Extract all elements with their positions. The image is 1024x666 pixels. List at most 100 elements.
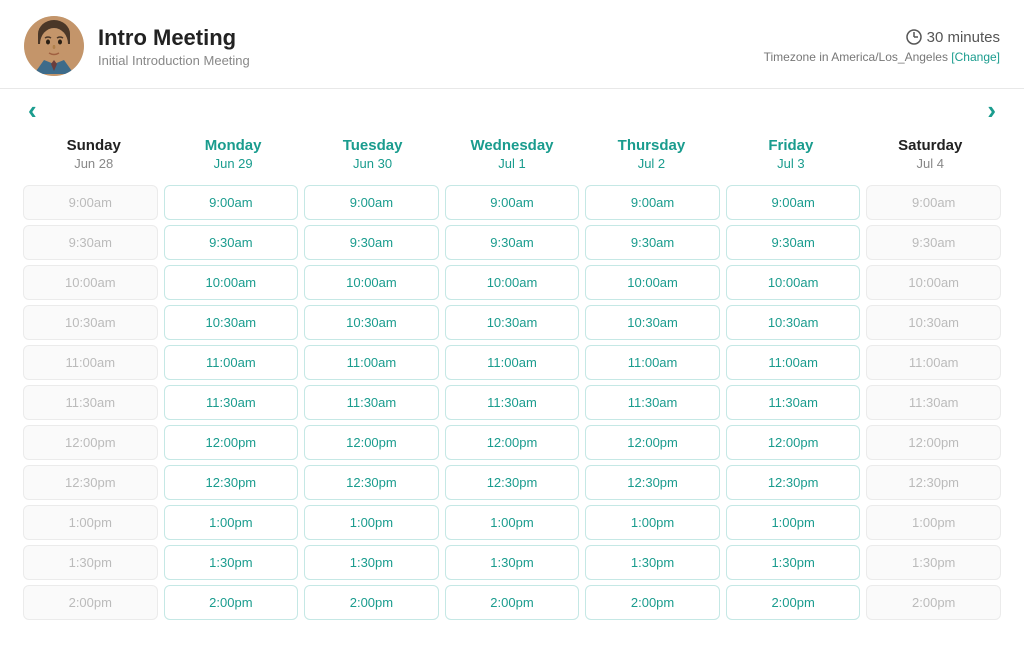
time-slot[interactable]: 1:00pm [304, 505, 439, 540]
time-slot: 1:30pm [23, 545, 158, 580]
day-date: Jun 28 [28, 156, 159, 171]
time-slot[interactable]: 11:30am [445, 385, 580, 420]
time-slot: 1:00pm [23, 505, 158, 540]
day-date: Jul 1 [446, 156, 577, 171]
day-column-friday: 9:00am 9:30am 10:00am 10:30am 11:00am 11:30am… [723, 185, 864, 620]
day-header-wednesday: Wednesday Jul 1 [442, 131, 581, 177]
time-slot[interactable]: 11:00am [445, 345, 580, 380]
meeting-info: Intro Meeting Initial Introduction Meeti… [98, 25, 250, 68]
time-slot: 1:00pm [866, 505, 1001, 540]
time-slot[interactable]: 1:00pm [726, 505, 861, 540]
day-name: Saturday [865, 137, 996, 154]
time-slot[interactable]: 2:00pm [445, 585, 580, 620]
time-slot: 11:00am [866, 345, 1001, 380]
day-date: Jul 3 [725, 156, 856, 171]
time-slot[interactable]: 10:00am [445, 265, 580, 300]
time-slot[interactable]: 11:30am [585, 385, 720, 420]
time-slot[interactable]: 11:30am [164, 385, 299, 420]
time-slot[interactable]: 11:30am [304, 385, 439, 420]
time-slot[interactable]: 10:30am [585, 305, 720, 340]
time-slot[interactable]: 1:30pm [445, 545, 580, 580]
time-slot[interactable]: 9:00am [164, 185, 299, 220]
day-name: Wednesday [446, 137, 577, 154]
time-slot[interactable]: 10:30am [164, 305, 299, 340]
time-slot[interactable]: 12:00pm [164, 425, 299, 460]
time-slot[interactable]: 10:30am [445, 305, 580, 340]
time-slot[interactable]: 9:30am [585, 225, 720, 260]
time-slot: 2:00pm [866, 585, 1001, 620]
clock-icon [906, 29, 922, 45]
prev-week-button[interactable]: ‹ [28, 97, 37, 123]
day-header-saturday: Saturday Jul 4 [861, 131, 1000, 177]
time-slot[interactable]: 12:00pm [304, 425, 439, 460]
time-slot[interactable]: 1:30pm [726, 545, 861, 580]
time-slot: 9:30am [866, 225, 1001, 260]
time-slot[interactable]: 10:00am [726, 265, 861, 300]
timezone-label: Timezone in America/Los_Angeles [764, 50, 948, 64]
time-slot[interactable]: 2:00pm [304, 585, 439, 620]
time-slot: 12:30pm [866, 465, 1001, 500]
time-slot[interactable]: 11:00am [726, 345, 861, 380]
time-slot[interactable]: 11:00am [585, 345, 720, 380]
time-slot[interactable]: 12:00pm [585, 425, 720, 460]
day-column-wednesday: 9:00am 9:30am 10:00am 10:30am 11:00am 11:30am… [442, 185, 583, 620]
time-slot[interactable]: 1:00pm [164, 505, 299, 540]
day-column-tuesday: 9:00am 9:30am 10:00am 10:30am 11:00am 11:30am… [301, 185, 442, 620]
time-slot[interactable]: 1:00pm [445, 505, 580, 540]
header-right: 30 minutes Timezone in America/Los_Angel… [764, 29, 1000, 64]
time-slot[interactable]: 1:30pm [164, 545, 299, 580]
time-slot[interactable]: 2:00pm [164, 585, 299, 620]
time-slot[interactable]: 2:00pm [585, 585, 720, 620]
time-slot[interactable]: 12:30pm [304, 465, 439, 500]
change-timezone-link[interactable]: [Change] [951, 50, 1000, 64]
time-slot[interactable]: 9:30am [164, 225, 299, 260]
time-slot[interactable]: 1:30pm [585, 545, 720, 580]
time-slot[interactable]: 9:30am [726, 225, 861, 260]
time-slot[interactable]: 12:00pm [445, 425, 580, 460]
day-header-thursday: Thursday Jul 2 [582, 131, 721, 177]
time-slot[interactable]: 10:00am [164, 265, 299, 300]
time-slot[interactable]: 11:00am [164, 345, 299, 380]
time-slot[interactable]: 12:00pm [726, 425, 861, 460]
time-slot[interactable]: 1:30pm [304, 545, 439, 580]
time-slot: 1:30pm [866, 545, 1001, 580]
day-name: Tuesday [307, 137, 438, 154]
time-slot: 11:30am [866, 385, 1001, 420]
time-slot: 12:30pm [23, 465, 158, 500]
time-slot[interactable]: 10:00am [585, 265, 720, 300]
day-header-friday: Friday Jul 3 [721, 131, 860, 177]
time-slot[interactable]: 9:30am [445, 225, 580, 260]
time-slot: 11:30am [23, 385, 158, 420]
time-slot[interactable]: 11:00am [304, 345, 439, 380]
time-slot: 12:00pm [866, 425, 1001, 460]
time-slot[interactable]: 1:00pm [585, 505, 720, 540]
avatar [24, 16, 84, 76]
time-slot[interactable]: 10:30am [726, 305, 861, 340]
time-slot[interactable]: 12:30pm [164, 465, 299, 500]
day-column-sunday: 9:00am9:30am10:00am10:30am11:00am11:30am… [20, 185, 161, 620]
time-slot[interactable]: 2:00pm [726, 585, 861, 620]
day-header-sunday: Sunday Jun 28 [24, 131, 163, 177]
time-slot[interactable]: 11:30am [726, 385, 861, 420]
time-slot[interactable]: 9:00am [445, 185, 580, 220]
day-column-thursday: 9:00am 9:30am 10:00am 10:30am 11:00am 11:30am… [582, 185, 723, 620]
duration-display: 30 minutes [764, 29, 1000, 46]
time-slot[interactable]: 10:30am [304, 305, 439, 340]
time-slot[interactable]: 9:00am [726, 185, 861, 220]
time-slot[interactable]: 12:30pm [726, 465, 861, 500]
week-navigation: ‹ › [0, 89, 1024, 131]
time-slot[interactable]: 10:00am [304, 265, 439, 300]
time-slot[interactable]: 9:30am [304, 225, 439, 260]
day-name: Sunday [28, 137, 159, 154]
time-slot[interactable]: 9:00am [304, 185, 439, 220]
time-slot[interactable]: 9:00am [585, 185, 720, 220]
next-week-button[interactable]: › [987, 97, 996, 123]
day-column-saturday: 9:00am9:30am10:00am10:30am11:00am11:30am… [863, 185, 1004, 620]
day-date: Jul 4 [865, 156, 996, 171]
time-slot: 10:00am [866, 265, 1001, 300]
time-slot[interactable]: 12:30pm [445, 465, 580, 500]
time-slot[interactable]: 12:30pm [585, 465, 720, 500]
header-left: Intro Meeting Initial Introduction Meeti… [24, 16, 250, 76]
day-date: Jun 30 [307, 156, 438, 171]
time-slot: 2:00pm [23, 585, 158, 620]
